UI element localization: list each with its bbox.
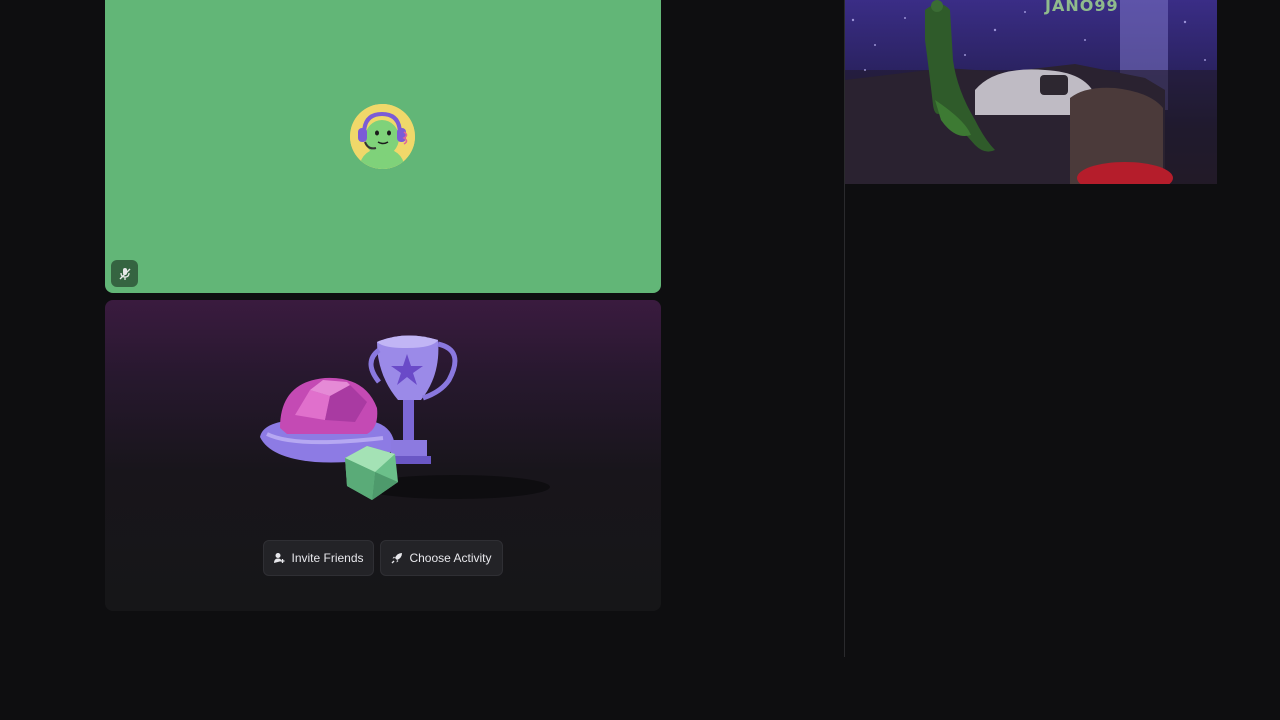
muted-status-badge bbox=[111, 260, 138, 287]
user-add-icon bbox=[273, 552, 285, 564]
camera-feed-tile[interactable]: JANO99 bbox=[845, 0, 1217, 184]
camera-video-frame bbox=[845, 0, 1217, 184]
choose-activity-button[interactable]: Choose Activity bbox=[380, 540, 503, 576]
rocket-icon bbox=[391, 552, 403, 564]
choose-activity-label: Choose Activity bbox=[409, 551, 492, 565]
activities-illustration bbox=[260, 335, 550, 500]
activity-panel: Invite Friends Choose Activity bbox=[105, 300, 661, 611]
participant-avatar[interactable] bbox=[350, 104, 415, 169]
invite-friends-button[interactable]: Invite Friends bbox=[263, 540, 374, 576]
invite-friends-label: Invite Friends bbox=[291, 551, 364, 565]
mic-muted-icon bbox=[119, 267, 130, 280]
camera-wall-text: JANO99 bbox=[1045, 0, 1119, 15]
avatar-character-icon bbox=[350, 104, 415, 169]
voice-channel-stage: Invite Friends Choose Activity JANO99 bbox=[0, 0, 1280, 720]
